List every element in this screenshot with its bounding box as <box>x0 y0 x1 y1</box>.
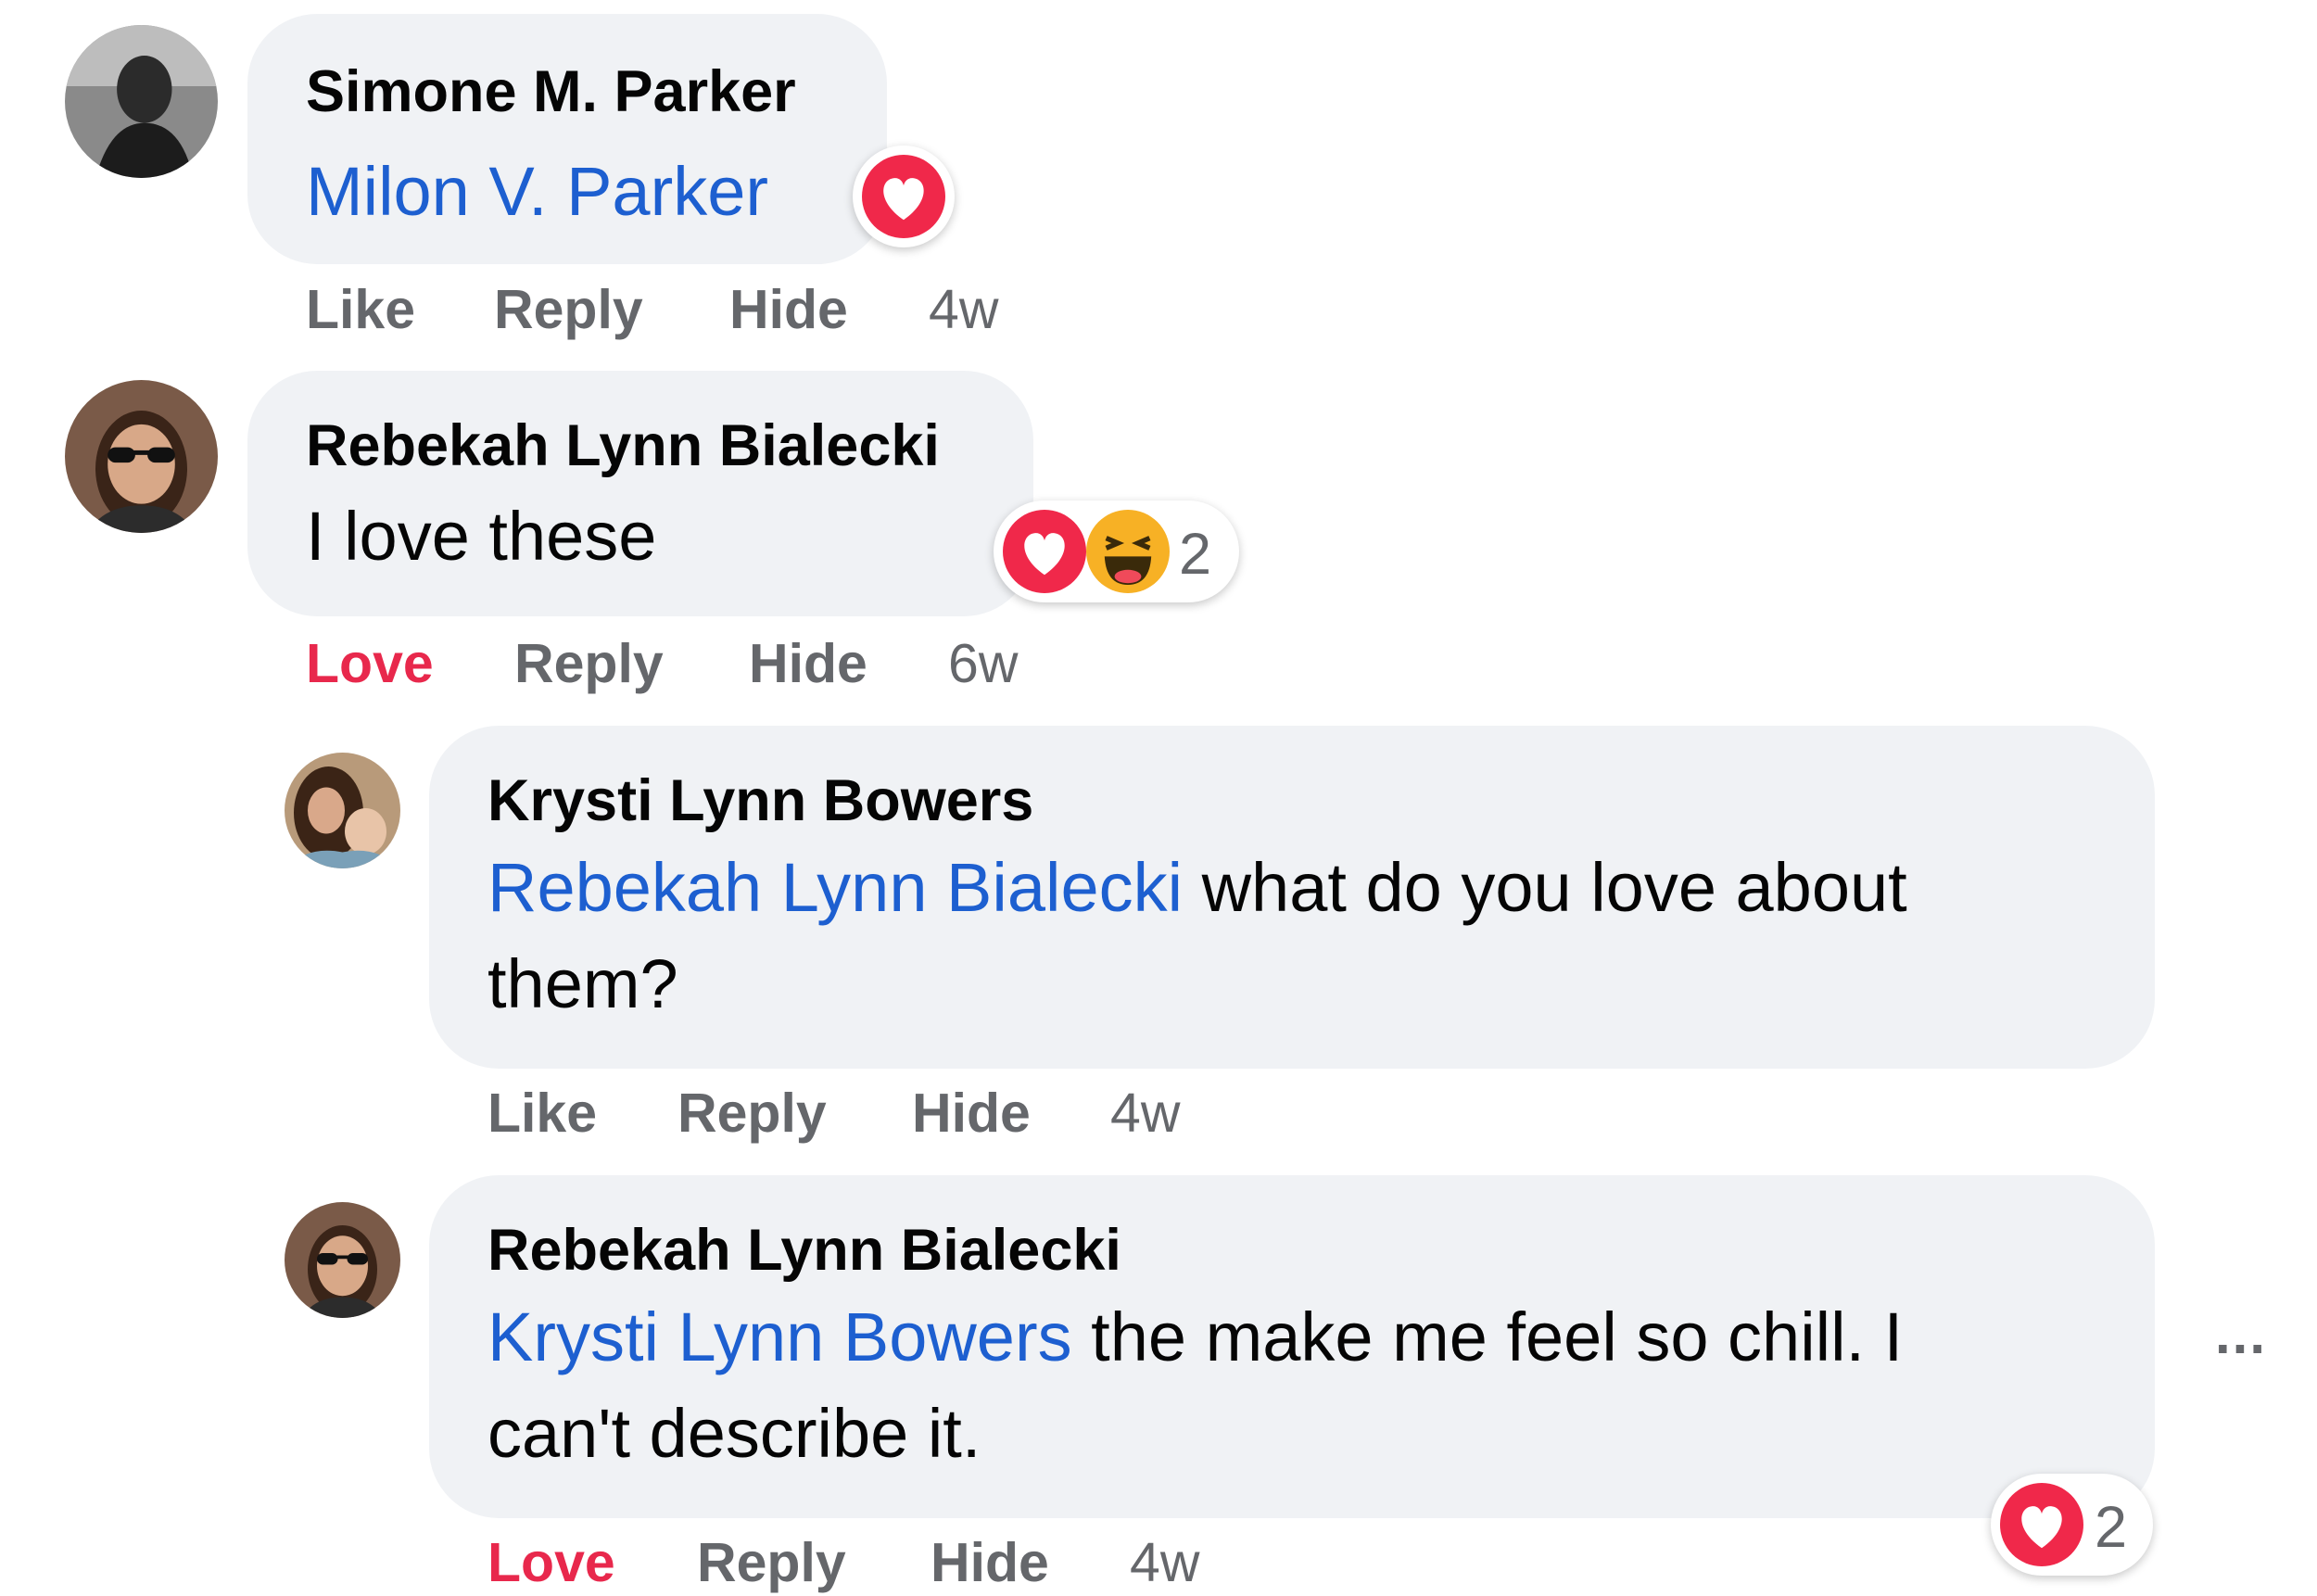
reaction-count: 2 <box>1179 522 1212 587</box>
comment-text-line: what do you love about <box>1183 849 1907 926</box>
reply-button[interactable]: Reply <box>514 632 664 695</box>
like-button[interactable]: Like <box>306 278 415 341</box>
love-reaction-icon <box>1003 510 1086 593</box>
comment-text-line: them? <box>487 945 678 1022</box>
reaction-summary[interactable] <box>853 146 955 247</box>
avatar-simone-parker[interactable] <box>65 25 218 178</box>
more-options-icon[interactable]: ... <box>2215 1302 2267 1366</box>
like-button[interactable]: Like <box>487 1082 597 1145</box>
comment-text: I love these <box>306 498 657 575</box>
hide-button[interactable]: Hide <box>912 1082 1031 1145</box>
comment-author[interactable]: Krysti Lynn Bowers <box>487 767 1033 834</box>
love-reaction-icon <box>862 155 945 238</box>
comment-author[interactable]: Simone M. Parker <box>306 58 796 125</box>
reply-button[interactable]: Reply <box>697 1531 846 1594</box>
reaction-summary[interactable]: 2 <box>1991 1474 2153 1576</box>
comment-timestamp[interactable]: 4w <box>929 278 998 341</box>
comment-timestamp[interactable]: 4w <box>1130 1531 1199 1594</box>
mention-link[interactable]: Rebekah Lynn Bialecki <box>487 849 1183 926</box>
reply-button[interactable]: Reply <box>677 1082 827 1145</box>
comment-text-line: the make me feel so chill. I <box>1071 1298 1904 1375</box>
comment-text: Krysti Lynn Bowers the make me feel so c… <box>487 1289 2119 1482</box>
avatar-krysti-bowers[interactable] <box>285 753 400 868</box>
avatar-rebekah-bialecki[interactable] <box>285 1202 400 1318</box>
avatar-rebekah-bialecki[interactable] <box>65 380 218 533</box>
comment-bubble: Simone M. Parker Milon V. Parker <box>247 14 887 264</box>
comment-author[interactable]: Rebekah Lynn Bialecki <box>487 1217 1121 1284</box>
comment-bubble: Rebekah Lynn Bialecki I love these <box>247 371 1033 616</box>
love-button[interactable]: Love <box>306 632 434 695</box>
love-reaction-icon <box>2000 1483 2083 1566</box>
reaction-count: 2 <box>2095 1495 2128 1560</box>
comment-text: Milon V. Parker <box>306 144 768 240</box>
comment-timestamp[interactable]: 6w <box>948 632 1018 695</box>
hide-button[interactable]: Hide <box>931 1531 1049 1594</box>
comment-text: Rebekah Lynn Bialecki what do you love a… <box>487 840 2119 1032</box>
mention-link[interactable]: Krysti Lynn Bowers <box>487 1298 1072 1375</box>
comment-author[interactable]: Rebekah Lynn Bialecki <box>306 412 940 479</box>
hide-button[interactable]: Hide <box>749 632 867 695</box>
love-button[interactable]: Love <box>487 1531 615 1594</box>
comment-bubble: Krysti Lynn Bowers Rebekah Lynn Bialecki… <box>429 726 2155 1069</box>
hide-button[interactable]: Hide <box>729 278 848 341</box>
haha-reaction-icon <box>1086 510 1170 593</box>
comment-text-line: can't describe it. <box>487 1395 981 1472</box>
reply-button[interactable]: Reply <box>494 278 643 341</box>
reaction-summary[interactable]: 2 <box>994 500 1239 602</box>
comment-timestamp[interactable]: 4w <box>1110 1082 1180 1145</box>
mention-link[interactable]: Milon V. Parker <box>306 153 768 230</box>
comment-bubble: Rebekah Lynn Bialecki Krysti Lynn Bowers… <box>429 1175 2155 1518</box>
